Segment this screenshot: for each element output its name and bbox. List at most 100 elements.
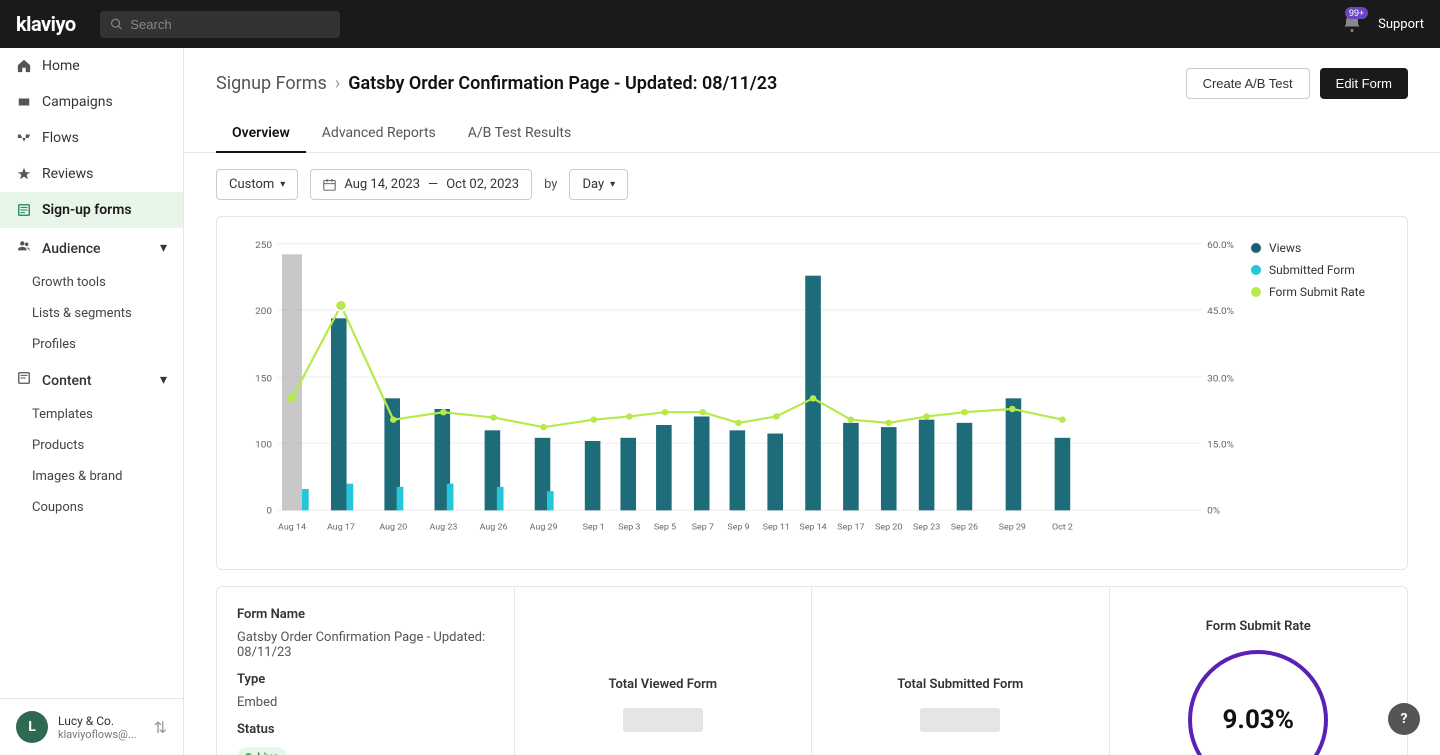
sidebar-section-audience[interactable]: Audience ▾ (0, 228, 183, 267)
svg-text:Sep 1: Sep 1 (583, 523, 605, 533)
rate-circle: 9.03% (1188, 650, 1328, 755)
tab-overview[interactable]: Overview (216, 115, 306, 153)
main-content: Signup Forms › Gatsby Order Confirmation… (184, 48, 1440, 755)
submitted-dot (1251, 265, 1261, 275)
total-submitted-label: Total Submitted Form (897, 677, 1023, 692)
audience-label: Audience (16, 238, 101, 257)
svg-text:150: 150 (255, 373, 272, 384)
sidebar: Home Campaigns Flows Reviews Sign-up for… (0, 48, 184, 755)
svg-text:Sep 7: Sep 7 (692, 523, 714, 533)
search-bar[interactable] (100, 11, 340, 38)
calendar-icon (323, 178, 336, 191)
chart-svg: 250 200 150 100 0 60.0% 45.0% 30.0% 15.0… (233, 233, 1235, 553)
filters-row: Custom ▾ Aug 14, 2023 — Oct 02, 2023 by … (184, 153, 1440, 216)
sidebar-item-campaigns[interactable]: Campaigns (0, 84, 183, 120)
svg-text:Sep 14: Sep 14 (799, 523, 826, 533)
avatar: L (16, 711, 48, 743)
content-label: Content (16, 370, 92, 389)
footer-chevron: ⇅ (154, 718, 167, 737)
date-start: Aug 14, 2023 (344, 177, 420, 192)
sidebar-sub-coupons[interactable]: Coupons (0, 492, 183, 523)
svg-text:Sep 29: Sep 29 (999, 523, 1026, 533)
footer-email: klaviyoflows@... (58, 728, 137, 741)
svg-text:Sep 9: Sep 9 (727, 523, 749, 533)
svg-text:Aug 29: Aug 29 (530, 523, 558, 533)
total-submitted-placeholder (920, 708, 1000, 732)
svg-text:Sep 5: Sep 5 (654, 523, 676, 533)
sidebar-item-flows[interactable]: Flows (0, 120, 183, 156)
live-label: Live (257, 750, 279, 755)
live-badge: Live (237, 747, 287, 755)
app-body: Home Campaigns Flows Reviews Sign-up for… (0, 48, 1440, 755)
svg-text:Sep 23: Sep 23 (913, 523, 940, 533)
svg-text:Aug 26: Aug 26 (480, 523, 508, 533)
home-icon (16, 58, 32, 74)
sidebar-sub-products[interactable]: Products (0, 430, 183, 461)
chart-container: 250 200 150 100 0 60.0% 45.0% 30.0% 15.0… (216, 216, 1408, 570)
by-label: by (544, 177, 557, 192)
form-info-card: Form Name Gatsby Order Confirmation Page… (217, 587, 515, 755)
page-header: Signup Forms › Gatsby Order Confirmation… (184, 48, 1440, 99)
total-submitted-card: Total Submitted Form (812, 587, 1110, 755)
tab-ab-test-results[interactable]: A/B Test Results (452, 115, 587, 153)
campaigns-icon (16, 94, 32, 110)
tab-advanced-reports[interactable]: Advanced Reports (306, 115, 452, 153)
legend-views-label: Views (1269, 241, 1301, 255)
sidebar-item-reviews[interactable]: Reviews (0, 156, 183, 192)
status-badge: Live (237, 745, 494, 755)
svg-text:30.0%: 30.0% (1207, 373, 1234, 384)
support-link[interactable]: Support (1378, 17, 1424, 32)
legend-rate-label: Form Submit Rate (1269, 285, 1365, 299)
search-icon (110, 17, 123, 31)
svg-text:Aug 20: Aug 20 (379, 523, 407, 533)
audience-icon (16, 238, 32, 254)
sidebar-sub-growth-tools[interactable]: Growth tools (0, 267, 183, 298)
total-viewed-placeholder (623, 708, 703, 732)
notification-badge: 99+ (1345, 7, 1368, 19)
type-label: Type (237, 672, 494, 687)
notifications-button[interactable]: 99+ (1342, 13, 1362, 36)
sidebar-item-home[interactable]: Home (0, 48, 183, 84)
granularity-select[interactable]: Day ▾ (569, 169, 628, 200)
sidebar-sub-images-brand[interactable]: Images & brand (0, 461, 183, 492)
chevron-down-icon: ▾ (280, 179, 285, 190)
edit-form-button[interactable]: Edit Form (1320, 68, 1408, 99)
sidebar-section-content[interactable]: Content ▾ (0, 360, 183, 399)
breadcrumb-parent[interactable]: Signup Forms (216, 73, 327, 94)
sidebar-sub-templates[interactable]: Templates (0, 399, 183, 430)
date-range-type-value: Custom (229, 177, 274, 192)
legend-submitted: Submitted Form (1251, 263, 1391, 277)
date-range-dash: — (428, 177, 438, 192)
breadcrumb-separator: › (335, 73, 340, 94)
views-dot (1251, 243, 1261, 253)
type-value: Embed (237, 695, 494, 710)
breadcrumb: Signup Forms › Gatsby Order Confirmation… (216, 73, 777, 94)
svg-text:Aug 17: Aug 17 (327, 523, 355, 533)
header-actions: Create A/B Test Edit Form (1186, 68, 1408, 99)
breadcrumb-current: Gatsby Order Confirmation Page - Updated… (348, 73, 777, 94)
search-input[interactable] (130, 17, 329, 32)
svg-text:Sep 26: Sep 26 (951, 523, 978, 533)
sidebar-sub-profiles[interactable]: Profiles (0, 329, 183, 360)
svg-text:200: 200 (255, 306, 272, 317)
create-ab-test-button[interactable]: Create A/B Test (1186, 68, 1310, 99)
chart-area: 250 200 150 100 0 60.0% 45.0% 30.0% 15.0… (233, 233, 1235, 553)
content-icon (16, 370, 32, 386)
svg-text:Sep 17: Sep 17 (837, 523, 864, 533)
help-button[interactable]: ? (1388, 703, 1420, 735)
footer-company: Lucy & Co. (58, 714, 137, 728)
svg-text:Sep 11: Sep 11 (763, 523, 790, 533)
date-range-type-select[interactable]: Custom ▾ (216, 169, 298, 200)
chart-legend: Views Submitted Form Form Submit Rate (1251, 233, 1391, 553)
svg-text:60.0%: 60.0% (1207, 240, 1234, 251)
sidebar-sub-lists-segments[interactable]: Lists & segments (0, 298, 183, 329)
sidebar-label-flows: Flows (42, 130, 79, 146)
date-range-picker[interactable]: Aug 14, 2023 — Oct 02, 2023 (310, 169, 532, 200)
svg-text:0%: 0% (1207, 506, 1220, 517)
form-submit-rate-card: Form Submit Rate 9.03% (1110, 587, 1408, 755)
svg-text:15.0%: 15.0% (1207, 440, 1234, 451)
sidebar-item-signup-forms[interactable]: Sign-up forms (0, 192, 183, 228)
footer-user-info: Lucy & Co. klaviyoflows@... (58, 714, 137, 741)
sidebar-footer[interactable]: L Lucy & Co. klaviyoflows@... ⇅ (0, 698, 183, 755)
form-submit-rate-label: Form Submit Rate (1206, 619, 1311, 634)
